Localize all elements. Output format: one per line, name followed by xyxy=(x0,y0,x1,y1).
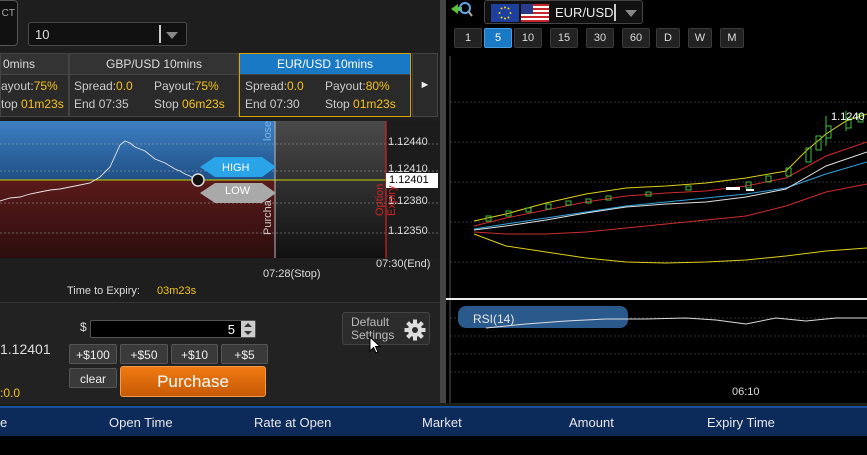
clear-button[interactable]: clear xyxy=(69,368,117,388)
add-10-button[interactable]: +$10 xyxy=(171,344,218,364)
add-100-button[interactable]: +$100 xyxy=(69,344,117,364)
default-settings-button[interactable]: Default Settings xyxy=(342,312,430,345)
zoom-in-icon[interactable] xyxy=(448,1,474,21)
amount-input[interactable]: 5 xyxy=(90,320,256,338)
payout-value: 75% xyxy=(194,79,219,93)
candlestick-chart xyxy=(446,56,867,403)
purchase-limit-label: Purcha xyxy=(262,200,274,235)
spread-value: 0.0 xyxy=(287,79,304,93)
spread-label: Spread: xyxy=(245,79,288,93)
positions-table-body xyxy=(0,436,867,455)
time-to-expiry-label: Time to Expiry: xyxy=(67,285,140,297)
timeframe-30[interactable]: 30 xyxy=(586,28,614,48)
stepper-down-icon[interactable] xyxy=(244,331,252,335)
selector-separator xyxy=(614,4,616,21)
rate-display: 1.12401 xyxy=(0,341,51,357)
closed-zone xyxy=(275,121,386,258)
market-chart-panel: EUR/USD 1 5 10 15 30 60 D W M 1.1240 RSI… xyxy=(446,0,867,403)
stop-value: 01m23s xyxy=(21,97,64,111)
pair-card-title: GBP/USD 10mins xyxy=(70,54,238,75)
column-header-rate-at-open[interactable]: Rate at Open xyxy=(254,415,331,430)
payout-value: 80% xyxy=(365,79,390,93)
current-price-marker xyxy=(191,173,205,187)
us-flag-icon xyxy=(521,4,549,22)
spread-value: 0.0 xyxy=(116,79,133,93)
stepper-up-icon[interactable] xyxy=(244,323,252,327)
pair-selector[interactable]: EUR/USD xyxy=(484,0,643,24)
timeframe-10[interactable]: 10 xyxy=(514,28,542,48)
pair-card-0[interactable]: 0mins ayout:75% top 01m23s xyxy=(0,53,69,117)
time-to-expiry-value: 03m23s xyxy=(157,285,197,297)
spread-display: :0.0 xyxy=(0,386,21,400)
amount-select-value: 10 xyxy=(35,27,50,42)
spread-label: Spread: xyxy=(74,79,117,93)
chevron-down-icon[interactable] xyxy=(166,32,178,39)
end-value: 07:35 xyxy=(98,97,129,111)
rsi-label: RSI(14) xyxy=(473,312,515,326)
stop-label: Stop xyxy=(325,97,350,111)
timeframe-15[interactable]: 15 xyxy=(550,28,578,48)
gear-icon xyxy=(404,319,426,341)
pair-label: EUR/USD xyxy=(555,5,614,20)
column-header-amount[interactable]: Amount xyxy=(569,415,614,430)
timeframe-1[interactable]: 1 xyxy=(454,28,482,48)
amount-select[interactable]: 10 xyxy=(28,22,187,46)
column-header-market[interactable]: Market xyxy=(422,415,462,430)
pair-card-eurusd[interactable]: EUR/USD 10mins Spread:0.0 Payout:80% End… xyxy=(239,53,411,117)
eu-flag-icon xyxy=(491,4,519,22)
end-time-label: 07:30(End) xyxy=(376,258,431,270)
contract-type-box[interactable]: CT xyxy=(0,0,18,46)
column-header-expiry-time[interactable]: Expiry Time xyxy=(707,415,775,430)
select-separator xyxy=(159,25,161,43)
low-label[interactable]: LOW xyxy=(225,185,250,197)
high-label[interactable]: HIGH xyxy=(222,162,250,174)
stop-value: 06m23s xyxy=(182,97,225,111)
amount-input-value: 5 xyxy=(227,322,235,337)
next-card-arrow-icon[interactable]: ► xyxy=(412,53,438,117)
stop-label: top xyxy=(1,97,18,111)
stop-value: 01m23s xyxy=(353,97,396,111)
pair-card-title: 0mins xyxy=(1,54,68,75)
end-value: 07:30 xyxy=(269,97,300,111)
time-axis: 07:28(Stop) 07:30(End) Time to Expiry: 0… xyxy=(0,258,440,302)
add-50-button[interactable]: +$50 xyxy=(120,344,168,364)
stop-time-label: 07:28(Stop) xyxy=(263,268,321,280)
column-header-partial[interactable]: e xyxy=(0,415,7,430)
amount-stepper[interactable] xyxy=(241,321,255,337)
payout-label: Payout: xyxy=(325,79,366,93)
chart-time-label: 06:10 xyxy=(732,386,760,398)
timeframe-d[interactable]: D xyxy=(656,28,680,48)
payout-label: ayout: xyxy=(1,79,34,93)
payout-value: 75% xyxy=(33,79,58,93)
positions-table-header: e Open Time Rate at Open Market Amount E… xyxy=(0,406,867,436)
end-label: End xyxy=(74,97,96,111)
option-expiry-label: Option Expiry xyxy=(374,183,398,216)
close-deal-label: lose De xyxy=(262,121,274,141)
currency-symbol: $ xyxy=(80,320,87,334)
add-5-button[interactable]: +$5 xyxy=(221,344,268,364)
mouse-cursor-icon xyxy=(369,336,381,354)
payout-label: Payout: xyxy=(154,79,195,93)
column-header-open-time[interactable]: Open Time xyxy=(109,415,173,430)
timeframe-w[interactable]: W xyxy=(688,28,712,48)
pair-card-title: EUR/USD 10mins xyxy=(240,54,410,75)
end-label: End xyxy=(245,97,267,111)
timeframe-60[interactable]: 60 xyxy=(622,28,650,48)
timeframe-m[interactable]: M xyxy=(720,28,744,48)
option-chart: 1.12440 1.12410 1.12380 1.12350 1.12401 … xyxy=(0,121,440,258)
y-tick-4: 1.12350 xyxy=(388,225,428,237)
timeframe-5[interactable]: 5 xyxy=(484,28,512,48)
last-price-label: 1.1240 xyxy=(831,111,865,123)
purchase-button[interactable]: Purchase xyxy=(120,366,266,397)
stop-label: Stop xyxy=(154,97,179,111)
chevron-down-icon[interactable] xyxy=(625,10,637,17)
contract-type-label: CT xyxy=(1,8,15,19)
y-tick-1: 1.12440 xyxy=(388,136,428,148)
pair-card-gbpusd[interactable]: GBP/USD 10mins Spread:0.0 Payout:75% End… xyxy=(69,53,239,117)
